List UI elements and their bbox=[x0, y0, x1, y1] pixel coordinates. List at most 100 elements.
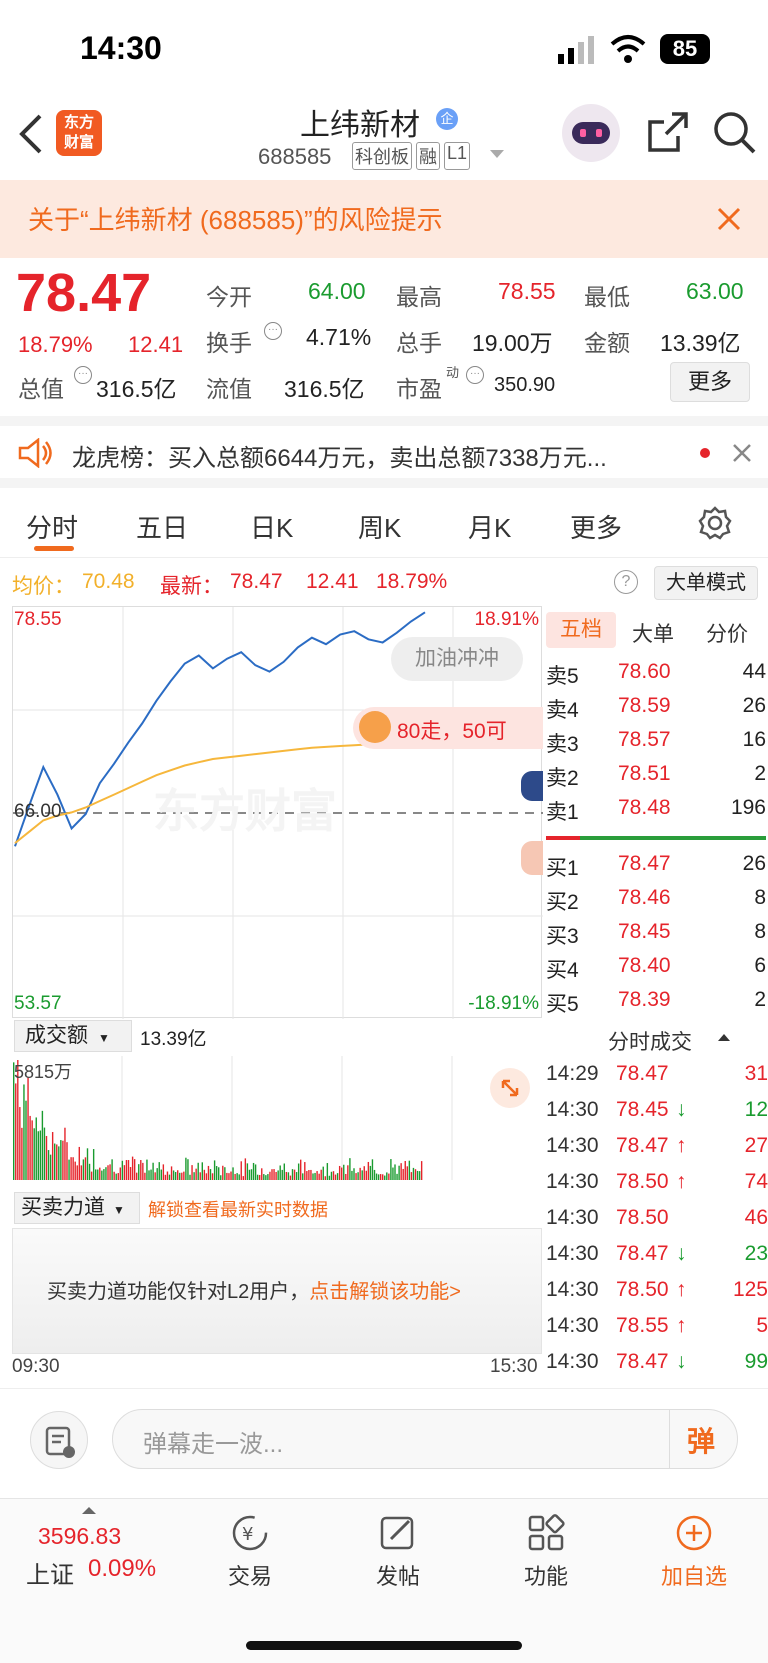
close-icon[interactable] bbox=[716, 206, 742, 232]
volume-bar bbox=[289, 1175, 292, 1180]
notes-icon[interactable] bbox=[30, 1411, 88, 1469]
more-info-icon[interactable]: ··· bbox=[466, 366, 484, 384]
trade-time: 14:30 bbox=[546, 1206, 599, 1229]
volume-bar bbox=[238, 1174, 240, 1180]
trade-arrow-icon: ↓ bbox=[676, 1098, 687, 1121]
volume-bar bbox=[300, 1159, 302, 1180]
volume-bar bbox=[252, 1162, 255, 1180]
volume-bar bbox=[43, 1127, 46, 1180]
volume-bar bbox=[281, 1169, 283, 1180]
bid-price: 78.40 bbox=[618, 954, 671, 977]
volume-bar bbox=[213, 1160, 216, 1180]
volume-bar bbox=[88, 1163, 91, 1180]
index-pct[interactable]: 0.09% bbox=[88, 1555, 156, 1583]
latest-change: 12.41 bbox=[306, 570, 359, 593]
trade-arrow-icon: ↑ bbox=[676, 1278, 687, 1301]
bid-volume: 8 bbox=[754, 886, 766, 909]
volume-bar bbox=[369, 1165, 372, 1180]
volume-selector-label: 成交额 bbox=[25, 1024, 88, 1047]
expand-up-icon[interactable] bbox=[82, 1507, 96, 1514]
volume-bar bbox=[123, 1165, 126, 1180]
collapse-caret-icon[interactable] bbox=[718, 1034, 730, 1041]
close-icon[interactable] bbox=[732, 443, 752, 463]
help-icon[interactable]: ? bbox=[614, 570, 638, 594]
ask-label: 卖2 bbox=[546, 767, 579, 790]
share-icon[interactable] bbox=[646, 110, 690, 154]
ask-volume: 16 bbox=[742, 728, 766, 751]
robot-assistant-icon[interactable] bbox=[562, 104, 620, 162]
unlock-hint[interactable]: 解锁查看最新实时数据 bbox=[148, 1196, 328, 1222]
bid-row-5: 买5 78.39 2 bbox=[542, 984, 766, 1018]
volume-bar bbox=[388, 1173, 390, 1180]
tab-more[interactable]: 更多 bbox=[570, 508, 622, 545]
volume-bar bbox=[310, 1169, 312, 1180]
volume-bar bbox=[23, 1084, 25, 1180]
battery-icon: 85 bbox=[660, 34, 710, 64]
index-value[interactable]: 3596.83 bbox=[38, 1523, 121, 1550]
ask-row-3: 卖3 78.57 16 bbox=[542, 724, 766, 758]
force-selector[interactable]: 买卖力道 ▼ bbox=[14, 1192, 140, 1224]
grid-apps-icon bbox=[528, 1514, 565, 1551]
volume-bar bbox=[234, 1173, 236, 1180]
bid-row-1: 买1 78.47 26 bbox=[542, 848, 766, 882]
more-info-icon[interactable]: ··· bbox=[264, 322, 282, 340]
volume-bar bbox=[144, 1172, 146, 1180]
book-tab-five-level[interactable]: 五档 bbox=[546, 612, 616, 648]
tab-five-day[interactable]: 五日 bbox=[136, 508, 188, 545]
volume-bar bbox=[148, 1170, 150, 1180]
volume-bar bbox=[361, 1170, 363, 1180]
nav-add-watchlist[interactable]: 加自选 bbox=[634, 1513, 754, 1591]
nav-post-label: 发帖 bbox=[375, 1564, 420, 1589]
volume-bar bbox=[179, 1172, 181, 1180]
nav-functions[interactable]: 功能 bbox=[486, 1513, 606, 1591]
volume-bar bbox=[201, 1162, 203, 1180]
latest-value: 78.47 bbox=[230, 570, 283, 593]
book-tab-price-dist[interactable]: 分价 bbox=[706, 618, 748, 648]
change-amount: 12.41 bbox=[128, 332, 184, 357]
trade-price: 78.47 bbox=[616, 1062, 669, 1085]
tab-daily-k[interactable]: 日K bbox=[250, 508, 293, 545]
big-order-mode-button[interactable]: 大单模式 bbox=[654, 566, 758, 600]
current-price: 78.47 bbox=[16, 263, 152, 323]
risk-text: 关于“上纬新材 (688585)”的风险提示 bbox=[28, 205, 443, 235]
danmu-send-button[interactable]: 弹 bbox=[687, 1420, 715, 1460]
latest-label: 最新： bbox=[160, 575, 223, 598]
volume-bar bbox=[162, 1164, 165, 1180]
danmu-input[interactable]: 弹幕走一波... 弹 bbox=[112, 1409, 738, 1469]
more-button[interactable]: 更多 bbox=[670, 362, 750, 402]
volume-bar bbox=[271, 1169, 273, 1180]
risk-banner[interactable]: 关于“上纬新材 (688585)”的风险提示 bbox=[0, 180, 768, 258]
volume-bar bbox=[205, 1173, 208, 1180]
volume-bar bbox=[332, 1171, 335, 1180]
intraday-chart[interactable]: 东方财富 78.55 66.00 53.57 18.91% -18.91% 加油… bbox=[12, 606, 543, 1019]
expand-icon[interactable] bbox=[490, 1068, 530, 1108]
unlock-link[interactable]: 点击解锁该功能> bbox=[309, 1281, 461, 1303]
volume-bar bbox=[267, 1174, 269, 1180]
volume-bar bbox=[168, 1174, 171, 1180]
dragon-tiger-bar[interactable]: 龙虎榜：买入总额6644万元，卖出总额7338万元... bbox=[0, 416, 768, 488]
edit-icon bbox=[380, 1516, 414, 1550]
more-info-icon[interactable]: ··· bbox=[74, 366, 92, 384]
dropdown-caret-icon[interactable] bbox=[490, 150, 504, 158]
volume-bar bbox=[218, 1167, 220, 1180]
tab-intraday[interactable]: 分时 bbox=[26, 508, 78, 545]
tab-active-indicator bbox=[34, 546, 74, 551]
volume-bar bbox=[136, 1172, 138, 1180]
tab-monthly-k[interactable]: 月K bbox=[468, 508, 511, 545]
search-icon[interactable] bbox=[712, 110, 758, 156]
book-tab-big-order[interactable]: 大单 bbox=[632, 618, 674, 648]
high-label: 最高 bbox=[396, 284, 442, 310]
volume-bar bbox=[92, 1149, 95, 1180]
back-icon[interactable] bbox=[18, 114, 44, 154]
index-name[interactable]: 上证 bbox=[26, 1555, 74, 1590]
volume-bar bbox=[263, 1174, 265, 1180]
gear-icon[interactable] bbox=[698, 506, 732, 540]
stock-name: 上纬新材 bbox=[300, 109, 420, 142]
trades-header[interactable]: 分时成交 bbox=[608, 1026, 692, 1056]
nav-trade[interactable]: ¥ 交易 bbox=[190, 1513, 310, 1591]
tab-weekly-k[interactable]: 周K bbox=[358, 508, 401, 545]
volume-selector[interactable]: 成交额 ▼ bbox=[14, 1020, 132, 1052]
nav-post[interactable]: 发帖 bbox=[338, 1513, 458, 1591]
volume-bar bbox=[244, 1158, 247, 1180]
volume-total: 13.39亿 bbox=[140, 1029, 207, 1050]
